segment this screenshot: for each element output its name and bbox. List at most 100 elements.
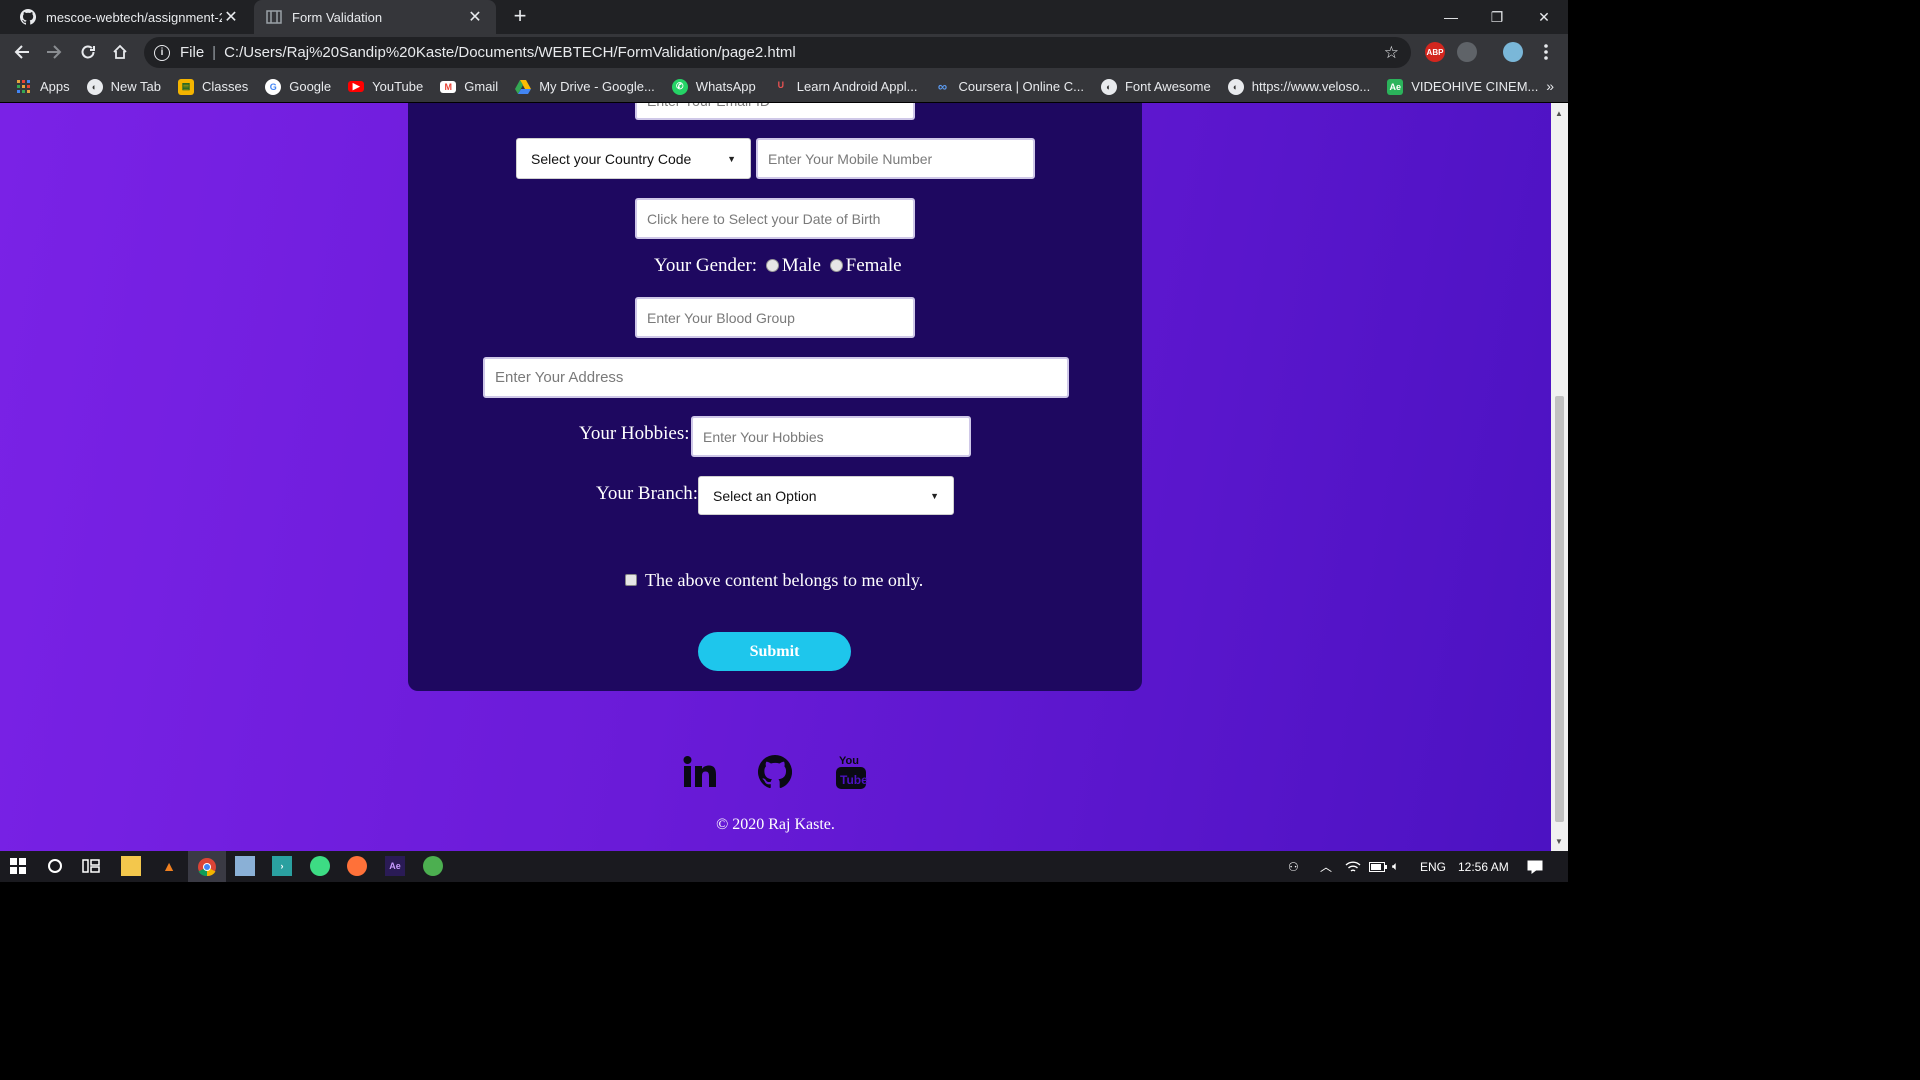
bookmark-videohive[interactable]: Ae VIDEOHIVE CINEM... — [1387, 78, 1539, 95]
youtube-icon[interactable]: You Tube — [834, 754, 868, 790]
bookmark-label: Font Awesome — [1124, 79, 1211, 94]
blood-group-field[interactable] — [635, 297, 915, 338]
reload-icon[interactable] — [74, 38, 102, 66]
page-content: Select your Country Code ▼ Your Gender: … — [0, 103, 1551, 851]
coursera-icon: ∞ — [937, 79, 948, 94]
country-code-select[interactable]: Select your Country Code ▼ — [516, 138, 751, 179]
minimize-button[interactable]: — — [1428, 0, 1474, 34]
app-icon[interactable] — [423, 856, 443, 876]
bookmark-youtube[interactable]: ▶ YouTube — [348, 79, 423, 94]
language-indicator[interactable]: ENG — [1420, 851, 1446, 882]
bookmark-label: Google — [289, 79, 332, 94]
bookmark-google[interactable]: G Google — [265, 78, 332, 95]
cortana-search-icon[interactable] — [45, 856, 65, 876]
tab-form-validation[interactable]: Form Validation ✕ — [254, 0, 496, 34]
back-arrow-icon[interactable] — [8, 38, 36, 66]
notepad-icon[interactable] — [235, 856, 255, 876]
bookmark-my-drive[interactable]: My Drive - Google... — [515, 79, 655, 95]
powershell-icon[interactable]: › — [272, 856, 292, 876]
gender-label: Your Gender: — [654, 255, 758, 276]
home-icon[interactable] — [106, 38, 134, 66]
mobile-number-field[interactable] — [756, 138, 1035, 179]
page-scrollbar[interactable]: ▲ ▼ — [1551, 103, 1568, 851]
globe-icon: ◐ — [86, 78, 103, 95]
new-tab-button[interactable]: + — [508, 5, 532, 28]
tab-title: Form Validation — [292, 9, 383, 25]
people-icon[interactable]: ⚇ — [1288, 851, 1299, 882]
restore-button[interactable]: ❐ — [1474, 0, 1520, 34]
bookmark-label: Apps — [40, 79, 70, 94]
url-separator: | — [212, 44, 217, 61]
bookmark-label: VIDEOHIVE CINEM... — [1411, 79, 1539, 94]
file-explorer-icon[interactable] — [121, 856, 141, 876]
bookmark-whatsapp[interactable]: ✆ WhatsApp — [671, 78, 756, 95]
bookmark-coursera[interactable]: ∞ Coursera | Online C... — [934, 79, 1084, 95]
github-icon[interactable] — [758, 754, 792, 790]
bookmark-label: https://www.veloso... — [1251, 79, 1371, 94]
battery-icon[interactable] — [1369, 851, 1387, 882]
gmail-icon: M — [440, 80, 457, 93]
notifications-icon[interactable] — [1527, 851, 1543, 882]
tab-strip: mescoe-webtech/assignment-2- ✕ Form Vali… — [0, 0, 1568, 34]
gender-female-radio[interactable] — [829, 258, 843, 272]
scroll-down-arrow-icon[interactable]: ▼ — [1555, 837, 1563, 846]
bookmark-star-icon[interactable]: ☆ — [1384, 43, 1399, 63]
linkedin-icon[interactable] — [683, 754, 717, 790]
hobbies-field[interactable] — [691, 416, 971, 457]
gender-male-radio[interactable] — [765, 258, 779, 272]
close-window-button[interactable]: ✕ — [1521, 0, 1567, 34]
branch-label: Your Branch: — [596, 483, 699, 504]
bookmark-apps[interactable]: Apps — [16, 79, 70, 95]
vlc-icon[interactable]: ▲ — [159, 856, 179, 876]
branch-select[interactable]: Select an Option ▼ — [698, 476, 954, 515]
bookmark-label: New Tab — [110, 79, 161, 94]
info-icon[interactable]: i — [154, 44, 170, 61]
browser-menu-icon[interactable] — [1532, 38, 1560, 66]
hobbies-label: Your Hobbies: — [579, 423, 690, 444]
adblock-extension-icon[interactable]: ABP — [1425, 42, 1445, 62]
volume-icon[interactable]: 🔈︎ — [1392, 851, 1399, 882]
url-text[interactable]: C:/Users/Raj%20Sandip%20Kaste/Documents/… — [224, 44, 1384, 61]
bookmark-new-tab[interactable]: ◐ New Tab — [86, 78, 161, 95]
close-tab-icon[interactable]: ✕ — [466, 7, 484, 27]
task-view-icon[interactable] — [81, 856, 101, 876]
page-icon — [266, 9, 282, 25]
profile-avatar[interactable] — [1503, 42, 1523, 62]
gender-group: Your Gender: Male Female — [654, 255, 902, 277]
windows-start-icon[interactable] — [8, 856, 28, 876]
after-effects-icon[interactable]: Ae — [385, 856, 405, 876]
submit-button[interactable]: Submit — [698, 632, 851, 671]
scrollbar-thumb[interactable] — [1555, 396, 1564, 822]
chevron-up-icon[interactable]: ︿ — [1320, 851, 1332, 882]
bookmarks-bar: Apps ◐ New Tab ▤ Classes G Google ▶ YouT… — [0, 71, 1568, 102]
bookmark-font-awesome[interactable]: ◐ Font Awesome — [1100, 78, 1211, 95]
drive-icon — [515, 79, 532, 95]
bookmark-veloso[interactable]: ◐ https://www.veloso... — [1227, 78, 1371, 95]
forward-arrow-icon[interactable] — [40, 38, 68, 66]
url-scheme: File — [180, 44, 205, 61]
globe-icon: ◐ — [1227, 78, 1244, 95]
date-of-birth-field[interactable] — [635, 198, 915, 239]
bookmark-gmail[interactable]: M Gmail — [440, 79, 498, 94]
scroll-up-arrow-icon[interactable]: ▲ — [1555, 109, 1563, 118]
email-field[interactable] — [635, 103, 915, 120]
bookmarks-overflow-button[interactable]: » — [1546, 78, 1554, 94]
address-field[interactable] — [483, 357, 1069, 398]
bookmark-classes[interactable]: ▤ Classes — [177, 78, 249, 95]
clock[interactable]: 12:56 AM — [1458, 851, 1509, 882]
firefox-icon[interactable] — [347, 856, 367, 876]
github-icon — [20, 9, 36, 25]
dropdown-caret-icon: ▼ — [727, 153, 736, 164]
extension-icon[interactable] — [1457, 42, 1477, 62]
classroom-icon: ▤ — [177, 78, 194, 95]
chrome-taskbar-button[interactable] — [188, 851, 226, 882]
tab-github-repo[interactable]: mescoe-webtech/assignment-2- ✕ — [8, 0, 252, 34]
form-card: Select your Country Code ▼ Your Gender: … — [408, 103, 1142, 691]
bookmark-label: Classes — [201, 79, 249, 94]
bookmark-learn-android[interactable]: ᵁ Learn Android Appl... — [773, 79, 918, 95]
close-tab-icon[interactable]: ✕ — [222, 7, 240, 27]
wifi-icon[interactable] — [1345, 851, 1361, 882]
agreement-checkbox[interactable] — [625, 574, 637, 586]
android-studio-icon[interactable] — [310, 856, 330, 876]
address-bar[interactable]: i File | C:/Users/Raj%20Sandip%20Kaste/D… — [144, 37, 1411, 68]
